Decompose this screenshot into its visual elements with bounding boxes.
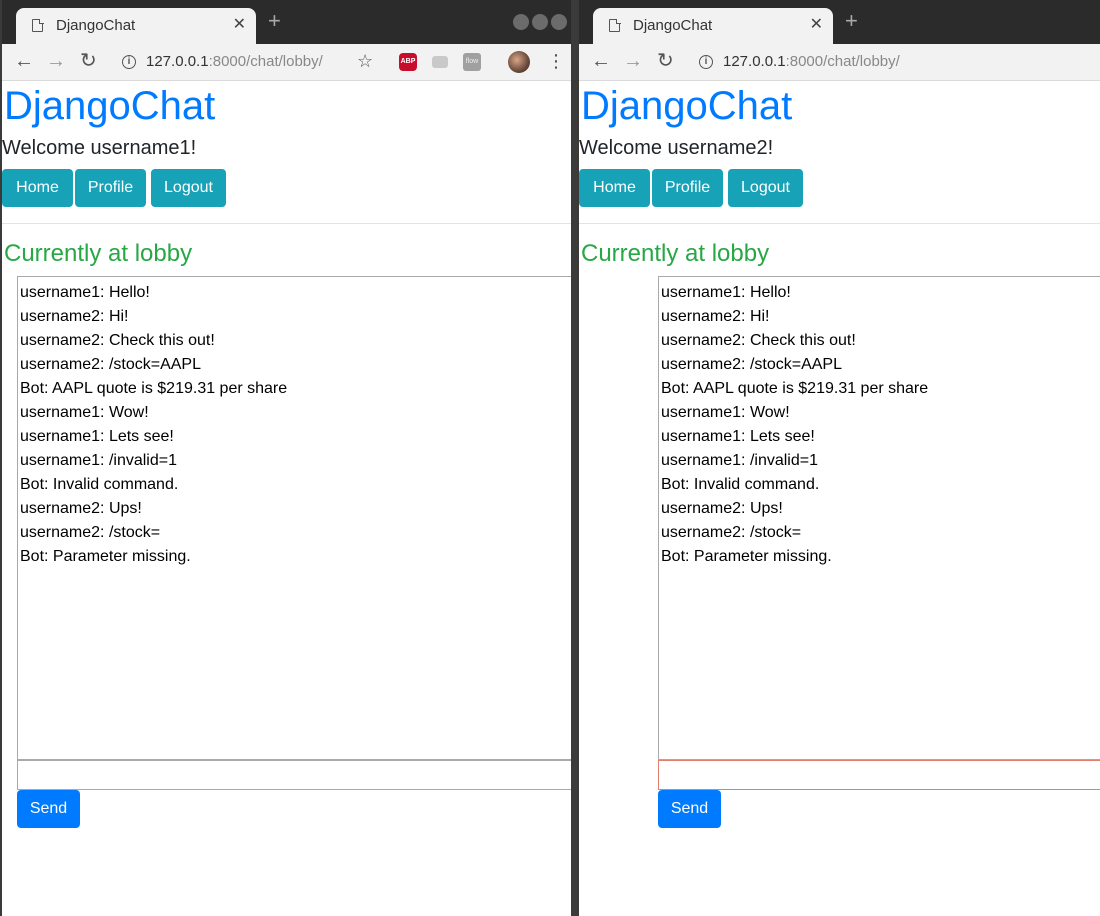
close-tab-icon[interactable]: ✕	[810, 14, 823, 34]
chat-message: username1: Wow!	[661, 404, 790, 421]
chat-message: username1: /invalid=1	[20, 452, 177, 469]
reload-icon[interactable]: ↻	[80, 50, 97, 72]
flow-extension-icon[interactable]: flow	[463, 53, 481, 71]
chat-message: username2: Hi!	[661, 308, 770, 325]
chat-message: username2: Check this out!	[20, 332, 215, 349]
adblock-extension-icon[interactable]: ABP	[399, 53, 417, 71]
url-path: :8000/chat/lobby/	[785, 53, 900, 70]
brand-title[interactable]: DjangoChat	[4, 83, 215, 129]
site-info-icon[interactable]: i	[122, 55, 136, 69]
browser-window-1: DjangoChat ✕ + ← → ↻ i 127.0.0.1:8000/ch…	[0, 0, 573, 916]
send-button[interactable]: Send	[658, 790, 721, 828]
chat-message: username2: /stock=AAPL	[661, 356, 842, 373]
close-window-button[interactable]	[551, 14, 567, 30]
message-input[interactable]	[658, 760, 1100, 790]
site-info-icon[interactable]: i	[699, 55, 713, 69]
chat-log[interactable]: username1: Hello! username2: Hi! username2…	[658, 276, 1100, 760]
browser-window-2: DjangoChat ✕ + ← → ↻ i 127.0.0.1:8000/ch…	[577, 0, 1100, 916]
minimize-window-button[interactable]	[513, 14, 529, 30]
chat-message: username2: /stock=AAPL	[20, 356, 201, 373]
message-input[interactable]	[17, 760, 571, 790]
close-tab-icon[interactable]: ✕	[233, 14, 246, 34]
browser-tab[interactable]: DjangoChat ✕	[16, 8, 256, 44]
tab-title: DjangoChat	[633, 17, 713, 34]
chat-message: username2: /stock=	[20, 524, 161, 541]
chat-message: username2: Check this out!	[661, 332, 856, 349]
divider	[2, 223, 571, 224]
chat-message: Bot: AAPL quote is $219.31 per share	[20, 380, 288, 397]
home-button[interactable]: Home	[579, 169, 650, 207]
send-button[interactable]: Send	[17, 790, 80, 828]
chat-message: username2: Hi!	[20, 308, 129, 325]
tab-title: DjangoChat	[56, 17, 136, 34]
chat-message: username1: Wow!	[20, 404, 149, 421]
profile-avatar[interactable]	[508, 51, 530, 73]
brand-title[interactable]: DjangoChat	[581, 83, 792, 129]
page-icon	[32, 18, 44, 32]
room-heading: Currently at lobby	[581, 240, 770, 267]
profile-button[interactable]: Profile	[652, 169, 723, 207]
welcome-text: Welcome username2!	[579, 137, 774, 159]
browser-toolbar: ← → ↻ i 127.0.0.1:8000/chat/lobby/ ☆ ABP…	[2, 44, 571, 81]
chat-message: username1: /invalid=1	[661, 452, 818, 469]
browser-menu-icon[interactable]: ⋮	[547, 50, 565, 72]
chat-message: username1: Lets see!	[20, 428, 174, 445]
forward-arrow-icon[interactable]: →	[46, 50, 66, 72]
bookmark-star-icon[interactable]: ☆	[357, 51, 373, 72]
divider	[579, 223, 1100, 224]
tab-strip: DjangoChat ✕ +	[2, 0, 571, 44]
chat-message: username1: Lets see!	[661, 428, 815, 445]
chat-message: Bot: Invalid command.	[661, 476, 820, 493]
reload-icon[interactable]: ↻	[657, 50, 674, 72]
chat-message: username1: Hello!	[20, 284, 150, 301]
forward-arrow-icon[interactable]: →	[623, 50, 643, 72]
tab-strip: DjangoChat ✕ +	[579, 0, 1100, 44]
url-host: 127.0.0.1	[723, 53, 786, 70]
chat-message: Bot: Invalid command.	[20, 476, 179, 493]
page-icon	[609, 18, 621, 32]
profile-button[interactable]: Profile	[75, 169, 146, 207]
chat-message: username2: Ups!	[20, 500, 142, 517]
maximize-window-button[interactable]	[532, 14, 548, 30]
extension-icon[interactable]	[432, 56, 448, 68]
home-button[interactable]: Home	[2, 169, 73, 207]
logout-button[interactable]: Logout	[151, 169, 226, 207]
back-arrow-icon[interactable]: ←	[591, 50, 611, 72]
back-arrow-icon[interactable]: ←	[14, 50, 34, 72]
page-content: DjangoChat Welcome username2! Home Profi…	[579, 81, 1100, 916]
browser-tab[interactable]: DjangoChat ✕	[593, 8, 833, 44]
page-content: DjangoChat Welcome username1! Home Profi…	[2, 81, 571, 916]
url-path: :8000/chat/lobby/	[208, 53, 323, 70]
address-bar[interactable]: 127.0.0.1:8000/chat/lobby/	[146, 53, 323, 70]
chat-message: username1: Hello!	[661, 284, 791, 301]
address-bar[interactable]: 127.0.0.1:8000/chat/lobby/	[723, 53, 900, 70]
new-tab-icon[interactable]: +	[268, 10, 281, 32]
room-heading: Currently at lobby	[4, 240, 193, 267]
chat-log[interactable]: username1: Hello! username2: Hi! username2…	[17, 276, 571, 760]
chat-message: username2: /stock=	[661, 524, 802, 541]
chat-message: Bot: Parameter missing.	[20, 548, 191, 565]
browser-toolbar: ← → ↻ i 127.0.0.1:8000/chat/lobby/	[579, 44, 1100, 81]
url-host: 127.0.0.1	[146, 53, 209, 70]
chat-message: Bot: AAPL quote is $219.31 per share	[661, 380, 929, 397]
logout-button[interactable]: Logout	[728, 169, 803, 207]
welcome-text: Welcome username1!	[2, 137, 197, 159]
chat-message: username2: Ups!	[661, 500, 783, 517]
chat-message: Bot: Parameter missing.	[661, 548, 832, 565]
new-tab-icon[interactable]: +	[845, 10, 858, 32]
